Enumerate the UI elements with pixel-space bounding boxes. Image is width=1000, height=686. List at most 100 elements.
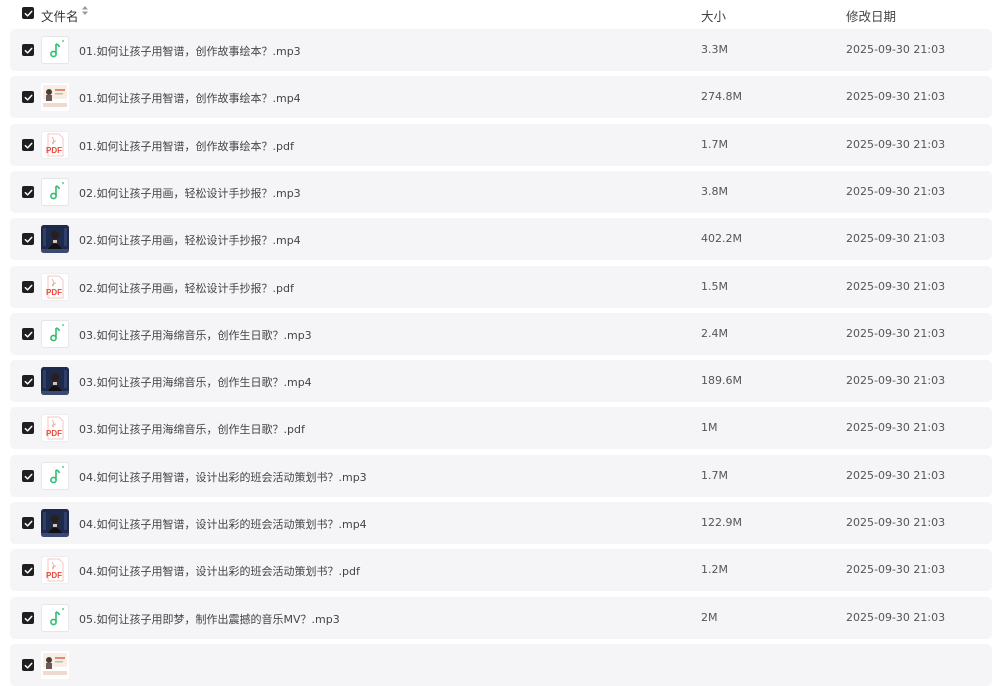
- check-icon: [24, 662, 32, 669]
- file-row[interactable]: 05.如何让孩子用即梦，制作出震撼的音乐MV？.mp3 2M 2025-09-30 …: [10, 597, 992, 639]
- row-checkbox[interactable]: [22, 517, 34, 529]
- file-thumbnail[interactable]: [41, 462, 69, 490]
- file-thumbnail[interactable]: [41, 36, 69, 64]
- file-modified-date: 2025-09-30 21:03: [846, 43, 946, 56]
- file-name[interactable]: 02.如何让孩子用画，轻松设计手抄报？.pdf: [79, 280, 294, 296]
- file-size: 3.8M: [701, 185, 728, 198]
- check-icon: [24, 284, 32, 291]
- file-row[interactable]: 02.如何让孩子用画，轻松设计手抄报？.mp4 402.2M 2025-09-30 …: [10, 218, 992, 260]
- row-checkbox[interactable]: [22, 44, 34, 56]
- file-name[interactable]: 01.如何让孩子用智谱，创作故事绘本？.mp4: [79, 90, 301, 106]
- select-all-checkbox[interactable]: [22, 7, 34, 19]
- file-size: 189.6M: [701, 374, 742, 387]
- file-thumbnail[interactable]: [41, 604, 69, 632]
- file-thumbnail[interactable]: [41, 509, 69, 537]
- file-name[interactable]: 04.如何让孩子用智谱，设计出彩的班会活动策划书？.mp3: [79, 469, 367, 485]
- file-thumbnail[interactable]: [41, 367, 69, 395]
- video-thumbnail: [41, 225, 69, 253]
- file-modified-date: 2025-09-30 21:03: [846, 280, 946, 293]
- row-checkbox[interactable]: [22, 186, 34, 198]
- video-thumbnail: [41, 651, 69, 679]
- file-row[interactable]: PDF 04.如何让孩子用智谱，设计出彩的班会活动策划书？.pdf 1.2M 2025…: [10, 549, 992, 591]
- column-header-name[interactable]: 文件名: [41, 6, 79, 25]
- file-name[interactable]: 05.如何让孩子用即梦，制作出震撼的音乐MV？.mp3: [79, 611, 340, 627]
- check-icon: [24, 236, 32, 243]
- column-header-date[interactable]: 修改日期: [846, 6, 896, 25]
- file-row[interactable]: 01.如何让孩子用智谱，创作故事绘本？.mp4 274.8M 2025-09-30 …: [10, 76, 992, 118]
- audio-file-icon: [50, 324, 64, 342]
- check-icon: [24, 331, 32, 338]
- check-icon: [24, 425, 32, 432]
- file-size: 2.4M: [701, 327, 728, 340]
- file-thumbnail[interactable]: [41, 320, 69, 348]
- row-checkbox[interactable]: [22, 612, 34, 624]
- file-row[interactable]: [10, 644, 992, 686]
- file-size: 1.5M: [701, 280, 728, 293]
- file-thumbnail[interactable]: [41, 178, 69, 206]
- row-checkbox[interactable]: [22, 422, 34, 434]
- row-checkbox[interactable]: [22, 564, 34, 576]
- file-modified-date: 2025-09-30 21:03: [846, 327, 946, 340]
- row-checkbox[interactable]: [22, 233, 34, 245]
- row-checkbox[interactable]: [22, 91, 34, 103]
- audio-file-icon: [50, 182, 64, 200]
- file-name[interactable]: 01.如何让孩子用智谱，创作故事绘本？.pdf: [79, 138, 294, 154]
- check-icon: [24, 378, 32, 385]
- file-thumbnail[interactable]: PDF: [41, 414, 69, 442]
- file-thumbnail[interactable]: PDF: [41, 273, 69, 301]
- svg-text:PDF: PDF: [46, 571, 62, 580]
- file-modified-date: 2025-09-30 21:03: [846, 185, 946, 198]
- file-modified-date: 2025-09-30 21:03: [846, 90, 946, 103]
- file-name[interactable]: 03.如何让孩子用海绵音乐，创作生日歌？.mp3: [79, 327, 312, 343]
- file-name[interactable]: 03.如何让孩子用海绵音乐，创作生日歌？.pdf: [79, 421, 305, 437]
- file-row[interactable]: 04.如何让孩子用智谱，设计出彩的班会活动策划书？.mp3 1.7M 2025-09…: [10, 455, 992, 497]
- file-modified-date: 2025-09-30 21:03: [846, 563, 946, 576]
- file-modified-date: 2025-09-30 21:03: [846, 611, 946, 624]
- file-name[interactable]: 02.如何让孩子用画，轻松设计手抄报？.mp4: [79, 232, 301, 248]
- column-header-size[interactable]: 大小: [701, 6, 726, 25]
- check-icon: [24, 94, 32, 101]
- pdf-file-icon: PDF: [46, 133, 64, 157]
- file-thumbnail[interactable]: PDF: [41, 131, 69, 159]
- file-thumbnail[interactable]: [41, 83, 69, 111]
- pdf-file-icon: PDF: [46, 275, 64, 299]
- file-size: 2M: [701, 611, 718, 624]
- file-row[interactable]: PDF 02.如何让孩子用画，轻松设计手抄报？.pdf 1.5M 2025-09-30…: [10, 266, 992, 308]
- file-list-header: 文件名 大小 修改日期: [0, 0, 1000, 28]
- video-thumbnail: [41, 83, 69, 111]
- file-name[interactable]: 04.如何让孩子用智谱，设计出彩的班会活动策划书？.pdf: [79, 563, 360, 579]
- file-name[interactable]: 04.如何让孩子用智谱，设计出彩的班会活动策划书？.mp4: [79, 516, 367, 532]
- file-name[interactable]: 02.如何让孩子用画，轻松设计手抄报？.mp3: [79, 185, 301, 201]
- audio-file-icon: [50, 608, 64, 626]
- file-modified-date: 2025-09-30 21:03: [846, 232, 946, 245]
- file-modified-date: 2025-09-30 21:03: [846, 469, 946, 482]
- row-checkbox[interactable]: [22, 659, 34, 671]
- pdf-file-icon: PDF: [46, 558, 64, 582]
- file-row[interactable]: 03.如何让孩子用海绵音乐，创作生日歌？.mp3 2.4M 2025-09-30 2…: [10, 313, 992, 355]
- file-thumbnail[interactable]: PDF: [41, 556, 69, 584]
- file-modified-date: 2025-09-30 21:03: [846, 374, 946, 387]
- row-checkbox[interactable]: [22, 139, 34, 151]
- pdf-file-icon: PDF: [46, 416, 64, 440]
- file-row[interactable]: 03.如何让孩子用海绵音乐，创作生日歌？.mp4 189.6M 2025-09-30…: [10, 360, 992, 402]
- sort-icon[interactable]: [81, 6, 89, 17]
- row-checkbox[interactable]: [22, 328, 34, 340]
- file-row[interactable]: 04.如何让孩子用智谱，设计出彩的班会活动策划书？.mp4 122.9M 2025-…: [10, 502, 992, 544]
- row-checkbox[interactable]: [22, 375, 34, 387]
- file-thumbnail[interactable]: [41, 225, 69, 253]
- file-row[interactable]: PDF 01.如何让孩子用智谱，创作故事绘本？.pdf 1.7M 2025-09-30…: [10, 124, 992, 166]
- file-name[interactable]: 01.如何让孩子用智谱，创作故事绘本？.mp3: [79, 43, 301, 59]
- file-size: 3.3M: [701, 43, 728, 56]
- video-thumbnail: [41, 367, 69, 395]
- file-size: 1.2M: [701, 563, 728, 576]
- file-size: 274.8M: [701, 90, 742, 103]
- file-row[interactable]: 02.如何让孩子用画，轻松设计手抄报？.mp3 3.8M 2025-09-30 21…: [10, 171, 992, 213]
- row-checkbox[interactable]: [22, 470, 34, 482]
- row-checkbox[interactable]: [22, 281, 34, 293]
- file-row[interactable]: 01.如何让孩子用智谱，创作故事绘本？.mp3 3.3M 2025-09-30 21…: [10, 29, 992, 71]
- file-thumbnail[interactable]: [41, 651, 69, 679]
- check-icon: [24, 615, 32, 622]
- file-name[interactable]: 03.如何让孩子用海绵音乐，创作生日歌？.mp4: [79, 374, 312, 390]
- file-row[interactable]: PDF 03.如何让孩子用海绵音乐，创作生日歌？.pdf 1M 2025-09-30 …: [10, 407, 992, 449]
- file-modified-date: 2025-09-30 21:03: [846, 138, 946, 151]
